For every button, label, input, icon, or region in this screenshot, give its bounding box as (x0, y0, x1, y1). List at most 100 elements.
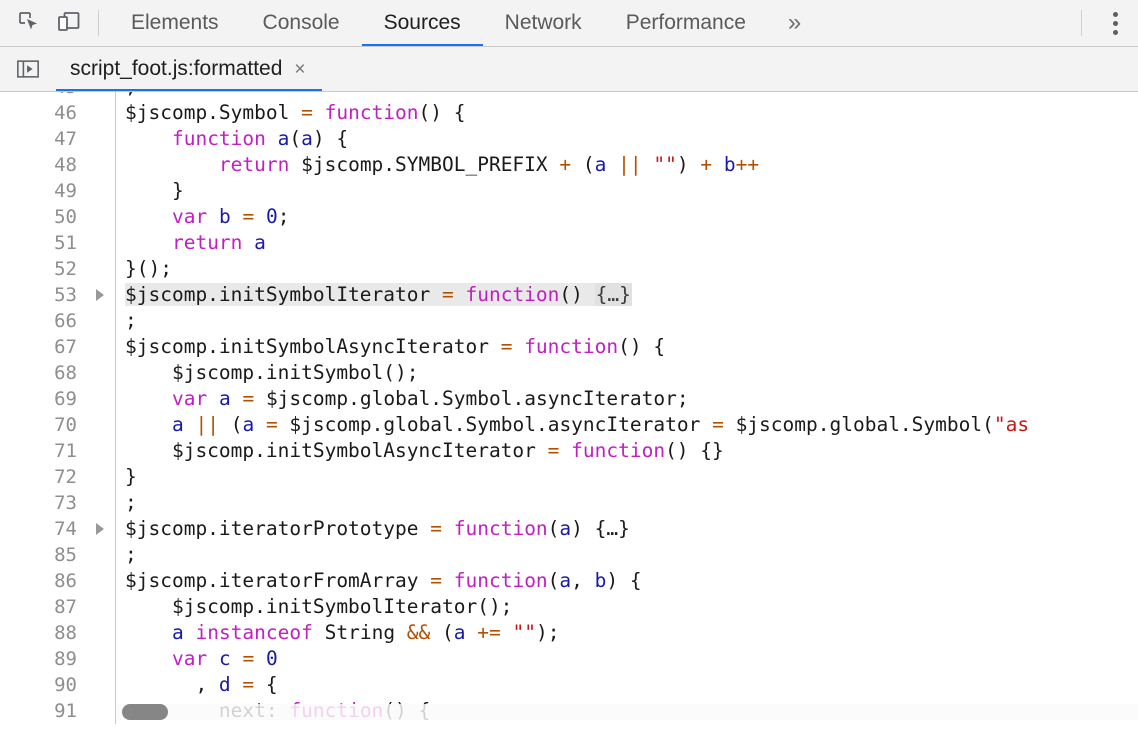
code-token (125, 621, 172, 644)
code-token: $jscomp.initSymbolAsyncIterator (125, 439, 548, 462)
code-line[interactable]: 73; (0, 490, 1138, 516)
tab-network[interactable]: Network (483, 0, 604, 47)
code-line[interactable]: 49 } (0, 178, 1138, 204)
code-line-text: ; (116, 542, 1138, 568)
code-line[interactable]: 68 $jscomp.initSymbol(); (0, 360, 1138, 386)
tab-performance[interactable]: Performance (604, 0, 768, 47)
more-tabs-chevron-icon[interactable]: » (768, 0, 821, 47)
fold-arrow-icon[interactable] (96, 289, 104, 301)
code-line[interactable]: 74$jscomp.iteratorPrototype = function(a… (0, 516, 1138, 542)
line-number: 52 (54, 256, 77, 282)
line-gutter[interactable]: 86 (0, 568, 116, 594)
line-number: 87 (54, 594, 77, 620)
line-gutter[interactable]: 91 (0, 698, 116, 724)
tab-elements[interactable]: Elements (109, 0, 241, 47)
code-token (125, 127, 172, 150)
code-token: return (219, 153, 289, 176)
code-line[interactable]: 67$jscomp.initSymbolAsyncIterator = func… (0, 334, 1138, 360)
code-token: $jscomp.iteratorPrototype (125, 517, 430, 540)
code-token: ) (571, 517, 594, 540)
line-gutter[interactable]: 51 (0, 230, 116, 256)
code-line[interactable]: 70 a || (a = $jscomp.global.Symbol.async… (0, 412, 1138, 438)
line-gutter[interactable]: 48 (0, 152, 116, 178)
line-gutter[interactable]: 49 (0, 178, 116, 204)
show-navigator-panel-icon[interactable] (10, 54, 46, 84)
line-gutter[interactable]: 72 (0, 464, 116, 490)
code-line[interactable]: 91 next: function() { (0, 698, 1138, 724)
line-number: 69 (54, 386, 77, 412)
more-options-kebab-icon[interactable] (1092, 3, 1138, 43)
code-line[interactable]: 89 var c = 0 (0, 646, 1138, 672)
device-toolbar-button[interactable] (50, 4, 88, 42)
code-token (313, 101, 325, 124)
code-token: a (219, 387, 231, 410)
code-token (207, 387, 219, 410)
code-line-text: var c = 0 (116, 646, 1138, 672)
code-token: {…} (595, 517, 630, 540)
code-line[interactable]: 50 var b = 0; (0, 204, 1138, 230)
line-gutter[interactable]: 69 (0, 386, 116, 412)
file-tab-label: script_foot.js:formatted (70, 57, 282, 81)
line-gutter[interactable]: 46 (0, 100, 116, 126)
code-line[interactable]: 87 $jscomp.initSymbolIterator(); (0, 594, 1138, 620)
code-token: ( (430, 621, 453, 644)
tab-sources[interactable]: Sources (362, 0, 483, 47)
code-line[interactable]: 52 }(); (0, 256, 1138, 282)
code-editor[interactable]: 45;46$jscomp.Symbol = function() {47 fun… (0, 92, 1138, 730)
code-line[interactable]: 72} (0, 464, 1138, 490)
tab-console[interactable]: Console (241, 0, 362, 47)
code-line[interactable]: 48 return $jscomp.SYMBOL_PREFIX + (a || … (0, 152, 1138, 178)
code-line[interactable]: 46$jscomp.Symbol = function() { (0, 100, 1138, 126)
code-line[interactable]: 86$jscomp.iteratorFromArray = function(a… (0, 568, 1138, 594)
code-line[interactable]: 53$jscomp.initSymbolIterator = function(… (0, 282, 1138, 308)
code-line[interactable]: 90 , d = { (0, 672, 1138, 698)
code-token (606, 153, 618, 176)
line-gutter[interactable]: 87 (0, 594, 116, 620)
fold-arrow-icon[interactable] (96, 523, 104, 535)
code-line[interactable]: 85; (0, 542, 1138, 568)
line-gutter[interactable]: 70 (0, 412, 116, 438)
code-line-text: } (116, 464, 1138, 490)
horizontal-scrollbar-thumb[interactable] (122, 704, 168, 720)
code-token (207, 205, 219, 228)
close-icon[interactable]: × (294, 60, 305, 79)
code-token: a (172, 621, 184, 644)
file-tab-script-foot-js[interactable]: script_foot.js:formatted × (56, 47, 322, 92)
line-gutter[interactable]: 74 (0, 516, 116, 542)
line-gutter[interactable]: 67 (0, 334, 116, 360)
line-gutter[interactable]: 52 (0, 256, 116, 282)
line-gutter[interactable]: 85 (0, 542, 116, 568)
line-gutter[interactable]: 50 (0, 204, 116, 230)
code-token: ) { (313, 127, 348, 150)
code-token: function (454, 517, 548, 540)
code-line-text: }(); (116, 256, 1138, 282)
line-gutter[interactable]: 45 (0, 92, 116, 100)
line-gutter[interactable]: 53 (0, 282, 116, 308)
code-line[interactable]: 71 $jscomp.initSymbolAsyncIterator = fun… (0, 438, 1138, 464)
line-gutter[interactable]: 66 (0, 308, 116, 334)
line-gutter[interactable]: 47 (0, 126, 116, 152)
code-token: $jscomp.SYMBOL_PREFIX (289, 153, 559, 176)
code-line[interactable]: 45; (0, 92, 1138, 100)
code-line[interactable]: 47 function a(a) { (0, 126, 1138, 152)
code-line[interactable]: 88 a instanceof String && (a += ""); (0, 620, 1138, 646)
line-number: 51 (54, 230, 77, 256)
line-number: 68 (54, 360, 77, 386)
line-number: 85 (54, 542, 77, 568)
code-line[interactable]: 69 var a = $jscomp.global.Symbol.asyncIt… (0, 386, 1138, 412)
line-gutter[interactable]: 90 (0, 672, 116, 698)
devtools-toolbar: Elements Console Sources Network Perform… (0, 0, 1138, 47)
code-line-text: ; (116, 308, 1138, 334)
line-gutter[interactable]: 89 (0, 646, 116, 672)
line-gutter[interactable]: 71 (0, 438, 116, 464)
code-token: ) (677, 153, 700, 176)
line-gutter[interactable]: 73 (0, 490, 116, 516)
code-line[interactable]: 51 return a (0, 230, 1138, 256)
line-gutter[interactable]: 68 (0, 360, 116, 386)
line-gutter[interactable]: 88 (0, 620, 116, 646)
code-token: a (301, 127, 313, 150)
inspect-element-button[interactable] (10, 4, 48, 42)
code-line[interactable]: 66; (0, 308, 1138, 334)
code-token: () {} (665, 439, 724, 462)
code-token: a (595, 153, 607, 176)
